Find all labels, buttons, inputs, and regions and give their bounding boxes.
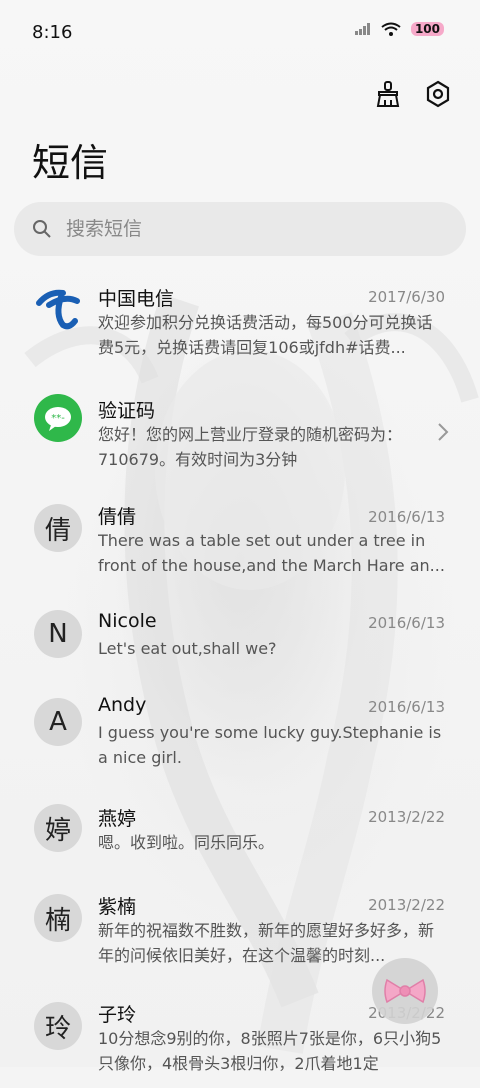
message-date: 2016/6/13 xyxy=(368,614,445,632)
message-date: 2013/2/22 xyxy=(368,896,445,914)
message-preview: 您好！您的网上营业厅登录的随机密码为：710679。有效时间为3分钟 xyxy=(98,425,403,469)
avatar: 玲 xyxy=(34,1002,82,1050)
avatar: 婷 xyxy=(34,804,82,852)
conversation-item[interactable]: N Nicole 2016/6/13 Let's eat out,shall w… xyxy=(0,600,480,684)
search-icon xyxy=(33,220,51,238)
avatar: 倩 xyxy=(34,504,82,552)
avatar: 楠 xyxy=(34,894,82,942)
message-preview: Let's eat out,shall we? xyxy=(98,639,277,658)
clock: 8:16 xyxy=(32,22,73,43)
message-date: 2013/2/22 xyxy=(368,808,445,826)
conversation-item[interactable]: 倩 倩倩 2016/6/13 There was a table set out… xyxy=(0,488,480,600)
contact-name: 验证码 xyxy=(98,400,156,422)
contact-name: 紫楠 xyxy=(98,896,137,918)
status-bar: 8:16 100 xyxy=(0,0,480,68)
message-preview: There was a table set out under a tree i… xyxy=(98,531,445,575)
message-preview: 10分想念9别的你，8张照片7张是你，6只小狗5只像你，4根骨头3根归你，2爪着… xyxy=(98,1029,442,1073)
conversation-item[interactable]: 婷 燕婷 2013/2/22 嗯。收到啦。同乐同乐。 xyxy=(0,796,480,880)
battery-indicator: 100 xyxy=(410,22,444,36)
china-telecom-logo xyxy=(34,284,82,332)
message-date: 2017/6/30 xyxy=(368,288,445,306)
contact-name: 燕婷 xyxy=(98,808,137,830)
signal-icon xyxy=(354,23,370,35)
message-bubble-icon: **- xyxy=(34,394,82,442)
toolbar xyxy=(372,78,454,110)
broom-icon[interactable] xyxy=(372,78,404,110)
contact-name: Andy xyxy=(98,694,147,716)
search-input[interactable] xyxy=(64,217,448,241)
message-preview: 嗯。收到啦。同乐同乐。 xyxy=(98,833,275,852)
contact-name: 子玲 xyxy=(98,1004,137,1026)
search-bar[interactable] xyxy=(14,202,466,256)
compose-button[interactable] xyxy=(372,958,438,1024)
message-preview: I guess you're some lucky guy.Stephanie … xyxy=(98,723,442,767)
svg-text:**-: **- xyxy=(51,413,65,424)
gear-icon[interactable] xyxy=(422,78,454,110)
contact-name: 倩倩 xyxy=(98,506,137,528)
contact-name: Nicole xyxy=(98,610,157,632)
conversation-item[interactable]: A Andy 2016/6/13 I guess you're some luc… xyxy=(0,684,480,796)
wifi-icon xyxy=(381,22,401,36)
pink-bow-icon xyxy=(384,978,426,1004)
message-preview: 欢迎参加积分兑换话费活动，每500分可兑换话费5元，兑换话费请回复106或jfd… xyxy=(98,313,433,357)
chevron-right-icon[interactable] xyxy=(436,422,450,442)
conversation-item[interactable]: 中国电信 2017/6/30 欢迎参加积分兑换话费活动，每500分可兑换话费5元… xyxy=(0,268,480,380)
conversation-item[interactable]: **- 验证码 您好！您的网上营业厅登录的随机密码为：710679。有效时间为3… xyxy=(0,380,480,488)
avatar: N xyxy=(34,610,82,658)
avatar: A xyxy=(34,698,82,746)
page-title: 短信 xyxy=(32,141,109,185)
contact-name: 中国电信 xyxy=(98,288,175,310)
message-date: 2016/6/13 xyxy=(368,698,445,716)
message-date: 2016/6/13 xyxy=(368,508,445,526)
